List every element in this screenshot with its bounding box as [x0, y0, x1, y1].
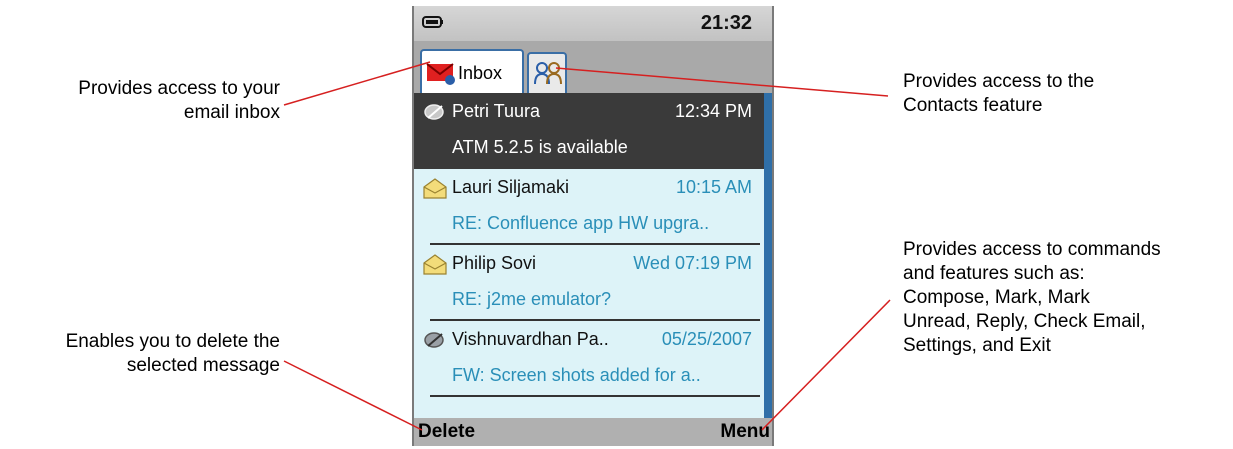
callout-inbox: Provides access to your email inbox	[20, 77, 280, 125]
callout-contacts-line2: Contacts feature	[903, 95, 1043, 116]
callout-delete-line2: selected message	[126, 355, 280, 376]
message-sender: Philip Sovi	[452, 253, 537, 273]
callout-menu: Provides access to commands and features…	[903, 238, 1223, 358]
message-row[interactable]: Vishnuvardhan Pa.. 05/25/2007 FW: Screen…	[414, 321, 764, 397]
callout-contacts-line1: Provides access to the	[903, 71, 1095, 92]
message-time: 12:34 PM	[674, 101, 752, 121]
callout-contacts: Provides access to the Contacts feature	[903, 70, 1203, 118]
message-row[interactable]: Petri Tuura 12:34 PM ATM 5.2.5 is availa…	[414, 93, 764, 169]
message-sender: Lauri Siljamaki	[452, 177, 570, 197]
leader-delete	[283, 360, 423, 431]
message-subject: RE: Confluence app HW upgra..	[452, 213, 710, 233]
opened-mail-icon	[424, 332, 444, 348]
message-sender: Vishnuvardhan Pa..	[452, 329, 609, 349]
callout-menu-line1: Provides access to commands	[903, 239, 1161, 260]
status-clock: 21:32	[700, 12, 752, 34]
softkey-bar: Delete Menu	[414, 418, 772, 446]
leader-inbox	[283, 61, 431, 106]
menu-softkey[interactable]: Menu	[720, 421, 770, 443]
message-row[interactable]: Lauri Siljamaki 10:15 AM RE: Confluence …	[414, 169, 764, 245]
mail-icon	[426, 63, 455, 85]
message-time: Wed 07:19 PM	[633, 253, 752, 273]
callout-inbox-line1: Provides access to your	[78, 78, 280, 99]
open-envelope-icon	[423, 254, 447, 275]
tab-bar: Inbox	[414, 41, 772, 93]
callout-delete: Enables you to delete the selected messa…	[0, 330, 280, 378]
callout-menu-line4: Unread, Reply, Check Email,	[903, 311, 1146, 332]
tab-inbox[interactable]: Inbox	[420, 49, 524, 93]
message-subject: ATM 5.2.5 is available	[452, 137, 628, 157]
opened-mail-icon	[424, 104, 444, 120]
message-sender: Petri Tuura	[452, 101, 541, 121]
row-divider	[430, 395, 760, 397]
tab-inbox-label: Inbox	[458, 63, 503, 83]
message-row[interactable]: Philip Sovi Wed 07:19 PM RE: j2me emulat…	[414, 245, 764, 321]
message-list[interactable]: Petri Tuura 12:34 PM ATM 5.2.5 is availa…	[414, 93, 764, 425]
message-time: 10:15 AM	[675, 177, 752, 197]
delete-softkey[interactable]: Delete	[418, 421, 475, 443]
callout-delete-line1: Enables you to delete the	[65, 331, 280, 352]
callout-menu-line2: and features such as:	[903, 263, 1085, 284]
tab-contacts[interactable]	[527, 52, 567, 93]
battery-icon	[422, 16, 443, 28]
phone-screen: 21:32 Inbox Petri Tuura 12:34 PM ATM 5.2…	[412, 6, 774, 446]
status-bar: 21:32	[414, 6, 772, 41]
contacts-icon	[534, 62, 562, 85]
leader-menu	[761, 299, 891, 431]
message-time: 05/25/2007	[661, 329, 752, 349]
callout-menu-line3: Compose, Mark, Mark	[903, 287, 1090, 308]
callout-menu-line5: Settings, and Exit	[903, 335, 1051, 356]
open-envelope-icon	[423, 178, 447, 199]
message-subject: RE: j2me emulator?	[452, 289, 612, 309]
scrollbar[interactable]	[764, 93, 772, 425]
message-subject: FW: Screen shots added for a..	[452, 365, 701, 385]
callout-inbox-line2: email inbox	[183, 102, 280, 123]
